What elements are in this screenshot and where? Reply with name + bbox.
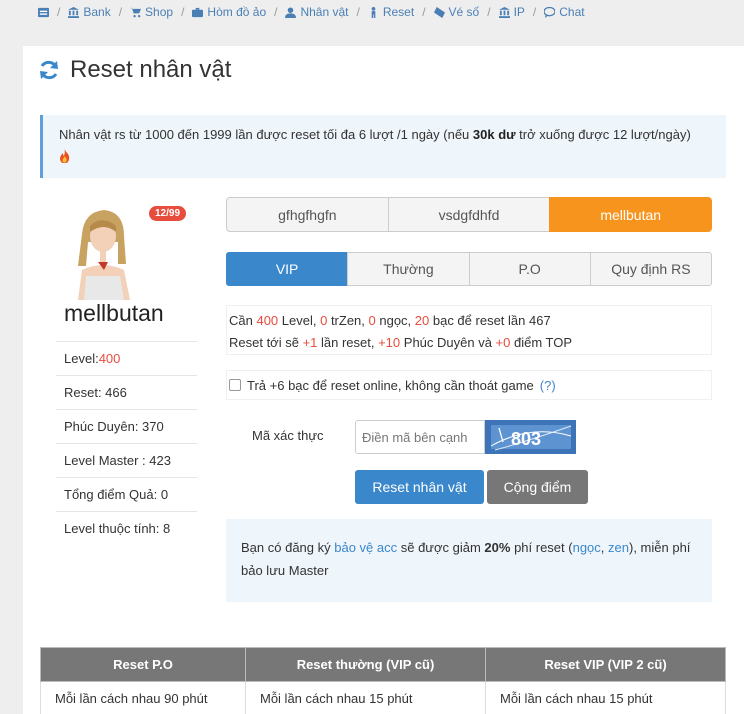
character-name: mellbutan — [64, 300, 164, 326]
table-header-row: Reset P.O Reset thường (VIP cũ) Reset VI… — [40, 647, 726, 682]
table-cell: Mỗi lần cách nhau 15 phút — [245, 681, 486, 714]
table-header: Reset VIP (VIP 2 cũ) — [485, 647, 726, 682]
stat-level: Level: 400 — [56, 341, 197, 375]
captcha-code: 803 — [511, 429, 541, 449]
add-points-button[interactable]: Cộng điểm — [487, 470, 588, 504]
requirement-line-1: Cần 400 Level, 0 trZen, 0 ngọc, 20 bạc đ… — [229, 313, 551, 328]
online-reset-option: Trả +6 bạc để reset online, không cần th… — [226, 370, 712, 400]
reset-requirements: Cần 400 Level, 0 trZen, 0 ngọc, 20 bạc đ… — [226, 305, 712, 355]
user-icon — [285, 6, 297, 18]
nav-chat[interactable]: Chat — [544, 5, 585, 19]
table-row: Mỗi lần cách nhau 90 phút Mỗi lần cách n… — [40, 681, 726, 714]
stat-phuc-duyen: Phúc Duyên: 370 — [56, 409, 197, 443]
char-tab-2[interactable]: vsdgfdhfd — [387, 197, 551, 232]
person-icon — [371, 6, 376, 18]
captcha-label: Mã xác thực — [252, 428, 324, 443]
character-avatar — [64, 204, 142, 300]
requirement-line-2: Reset tới sẽ +1 lần reset, +10 Phúc Duyê… — [229, 335, 573, 350]
ticket-icon — [433, 6, 445, 18]
zen-link[interactable]: zen — [608, 540, 629, 555]
reset-info-table: Reset P.O Reset thường (VIP cũ) Reset VI… — [40, 647, 726, 714]
char-tab-1[interactable]: gfhgfhgfn — [226, 197, 389, 232]
bank-icon — [498, 6, 510, 18]
reset-button[interactable]: Reset nhân vật — [355, 470, 484, 504]
stat-tong-diem-qua: Tổng điểm Quả: 0 — [56, 477, 197, 511]
nav-home[interactable] — [38, 7, 49, 18]
page-title: Reset nhân vật — [38, 55, 231, 85]
help-link[interactable]: (?) — [540, 378, 556, 393]
fire-icon — [60, 148, 70, 164]
table-header: Reset P.O — [40, 647, 246, 682]
nav-shop[interactable]: Shop — [130, 5, 173, 19]
table-cell: Mỗi lần cách nhau 90 phút — [40, 681, 246, 714]
refresh-icon — [40, 60, 58, 80]
nav-reset[interactable]: Reset — [368, 5, 414, 19]
breadcrumb-nav: / Bank / Shop / Hòm đồ ảo / Nhân vật / R… — [0, 0, 744, 24]
captcha-image[interactable]: 803 — [485, 420, 576, 454]
bank-icon — [68, 6, 80, 18]
ngoc-link[interactable]: ngọc — [573, 540, 601, 555]
online-reset-checkbox[interactable] — [229, 379, 241, 391]
captcha-input[interactable] — [355, 420, 485, 454]
reset-mode-tabs: VIP Thường P.O Quy định RS — [226, 252, 712, 286]
nav-bank[interactable]: Bank — [68, 5, 111, 19]
stat-level-master: Level Master : 423 — [56, 443, 197, 477]
online-reset-label: Trả +6 bạc để reset online, không cần th… — [247, 377, 534, 393]
char-tab-3[interactable]: mellbutan — [549, 197, 713, 232]
dashboard-icon — [38, 7, 49, 17]
reset-limit-alert: Nhân vật rs từ 1000 đến 1999 lần được re… — [40, 115, 726, 178]
cart-icon — [130, 7, 142, 17]
stat-reset: Reset: 466 — [56, 375, 197, 409]
chat-icon — [544, 6, 556, 18]
tab-vip[interactable]: VIP — [226, 252, 349, 286]
level-badge: 12/99 — [149, 206, 187, 221]
stat-level-thuoc-tinh: Level thuộc tính: 8 — [56, 511, 197, 545]
reset-card: Reset nhân vật Nhân vật rs từ 1000 đến 1… — [23, 46, 744, 714]
nav-ve-so[interactable]: Vé số — [433, 5, 479, 19]
tab-quy-dinh-rs[interactable]: Quy định RS — [589, 252, 712, 286]
bao-ve-acc-link[interactable]: bảo vệ acc — [334, 540, 397, 555]
nav-nhan-vat[interactable]: Nhân vật — [285, 5, 349, 19]
table-header: Reset thường (VIP cũ) — [245, 647, 486, 682]
character-stats: Level: 400 Reset: 466 Phúc Duyên: 370 Le… — [56, 341, 197, 545]
briefcase-icon — [192, 7, 204, 17]
character-selector: gfhgfhgfn vsdgfdhfd mellbutan — [226, 197, 713, 232]
nav-ip[interactable]: IP — [498, 5, 525, 19]
protection-note: Bạn có đăng ký bảo vệ acc sẽ được giảm 2… — [226, 519, 712, 602]
nav-hom-do-ao[interactable]: Hòm đồ ảo — [192, 5, 266, 19]
tab-thuong[interactable]: Thường — [347, 252, 470, 286]
tab-po[interactable]: P.O — [468, 252, 591, 286]
table-cell: Mỗi lần cách nhau 15 phút — [485, 681, 726, 714]
